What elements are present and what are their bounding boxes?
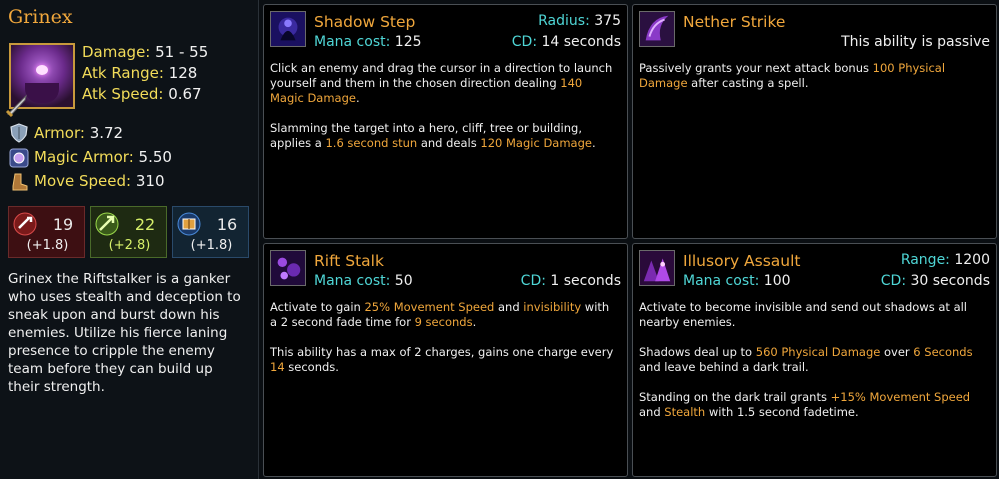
passive-label: This ability is passive [841, 34, 990, 50]
agility-value: 22 [134, 215, 156, 234]
highlight-value: 120 Magic Damage [480, 136, 592, 150]
description-text: over [880, 345, 914, 359]
description-text: and leave behind a dark trail. [639, 360, 809, 374]
sword-icon [5, 94, 27, 118]
ability-title: Illusory Assault [683, 252, 801, 270]
highlight-value: +15% Movement Speed [830, 390, 971, 404]
description-text: and deals [417, 136, 481, 150]
rift-stalk-icon [270, 250, 306, 286]
intelligence-gain: (+1.8) [190, 238, 233, 253]
shadow-step-icon [270, 11, 306, 47]
ability-card-illusory-assault: Illusory Assault Mana cost: 100 Range: 1… [632, 243, 997, 477]
armor-icon [10, 123, 28, 143]
ability-card-nether-strike: Nether Strike This ability is passive Pa… [632, 4, 997, 239]
cooldown: CD: 30 seconds [880, 273, 990, 289]
mana-cost: Mana cost: 125 [314, 34, 422, 50]
highlight-value: 560 Physical Damage [755, 345, 881, 359]
intelligence-icon [177, 212, 201, 236]
highlight-value: Stealth [664, 405, 706, 419]
description-text: seconds. [284, 360, 339, 374]
description-paragraph: Activate to become invisible and send ou… [639, 300, 988, 330]
agility-icon [95, 212, 119, 236]
ability-description: Activate to gain 25% Movement Speed and … [270, 300, 619, 390]
highlight-value: 25% Movement Speed [364, 300, 495, 314]
description-text: and [639, 405, 665, 419]
highlight-value: 9 seconds [414, 315, 473, 329]
strength-icon [13, 212, 37, 236]
ability-description: Click an enemy and drag the cursor in a … [270, 61, 619, 166]
agility-attribute: 22 (+2.8) [90, 206, 167, 258]
stat-move-speed: Move Speed: 310 [34, 172, 165, 190]
description-paragraph: Passively grants your next attack bonus … [639, 61, 988, 91]
ability-title: Shadow Step [314, 13, 416, 31]
description-text: Activate to gain [270, 300, 365, 314]
illusory-assault-icon [639, 250, 675, 286]
description-text: Shadows deal up to [639, 345, 756, 359]
stat-atk-speed: Atk Speed: 0.67 [82, 85, 202, 103]
description-text: with 1.5 second fadetime. [705, 405, 859, 419]
description-text: after casting a spell. [687, 76, 809, 90]
stat-damage: Damage: 51 - 55 [82, 43, 209, 61]
highlight-value: 14 [270, 360, 285, 374]
ability-description: Passively grants your next attack bonus … [639, 61, 988, 106]
range: Range: 1200 [900, 252, 990, 268]
strength-attribute: 19 (+1.8) [8, 206, 85, 258]
description-text: Standing on the dark trail grants [639, 390, 831, 404]
description-paragraph: Standing on the dark trail grants +15% M… [639, 390, 988, 420]
boot-icon [12, 173, 28, 191]
cooldown: CD: 14 seconds [511, 34, 621, 50]
description-paragraph: This ability has a max of 2 charges, gai… [270, 345, 619, 375]
agility-gain: (+2.8) [108, 238, 151, 253]
hero-lore: Grinex the Riftstalker is a ganker who u… [8, 271, 241, 395]
highlight-value: invisibility [523, 300, 582, 314]
hero-name: Grinex [8, 6, 73, 28]
stat-atk-range: Atk Range: 128 [82, 64, 198, 82]
hero-panel: Grinex Damage: 51 - 55 Atk Range: 128 At… [0, 0, 259, 479]
intelligence-attribute: 16 (+1.8) [172, 206, 249, 258]
radius: Radius: 375 [538, 13, 621, 29]
description-text: . [472, 315, 477, 329]
ability-card-shadow-step: Shadow Step Mana cost: 125 Radius: 375 C… [263, 4, 628, 239]
highlight-value: 1.6 second stun [325, 136, 418, 150]
description-paragraph: Click an enemy and drag the cursor in a … [270, 61, 619, 106]
intelligence-value: 16 [216, 215, 238, 234]
description-text: This ability has a max of 2 charges, gai… [270, 345, 614, 359]
description-text: Activate to become invisible and send ou… [639, 300, 968, 329]
description-text: . [591, 136, 596, 150]
description-text: . [355, 91, 360, 105]
description-text: and [494, 300, 524, 314]
nether-strike-icon [639, 11, 675, 47]
cooldown: CD: 1 seconds [520, 273, 621, 289]
description-paragraph: Shadows deal up to 560 Physical Damage o… [639, 345, 988, 375]
ability-title: Nether Strike [683, 13, 786, 31]
magic-armor-icon [9, 148, 29, 168]
strength-gain: (+1.8) [26, 238, 69, 253]
mana-cost: Mana cost: 50 [314, 273, 413, 289]
ability-description: Activate to become invisible and send ou… [639, 300, 988, 435]
description-paragraph: Activate to gain 25% Movement Speed and … [270, 300, 619, 330]
highlight-value: 6 Seconds [913, 345, 973, 359]
description-paragraph: Slamming the target into a hero, cliff, … [270, 121, 619, 151]
ability-title: Rift Stalk [314, 252, 384, 270]
stat-armor: Armor: 3.72 [34, 124, 124, 142]
strength-value: 19 [52, 215, 74, 234]
ability-card-rift-stalk: Rift Stalk Mana cost: 50 CD: 1 seconds A… [263, 243, 628, 477]
stat-magic-armor: Magic Armor: 5.50 [34, 148, 172, 166]
description-text: Passively grants your next attack bonus [639, 61, 873, 75]
mana-cost: Mana cost: 100 [683, 273, 791, 289]
